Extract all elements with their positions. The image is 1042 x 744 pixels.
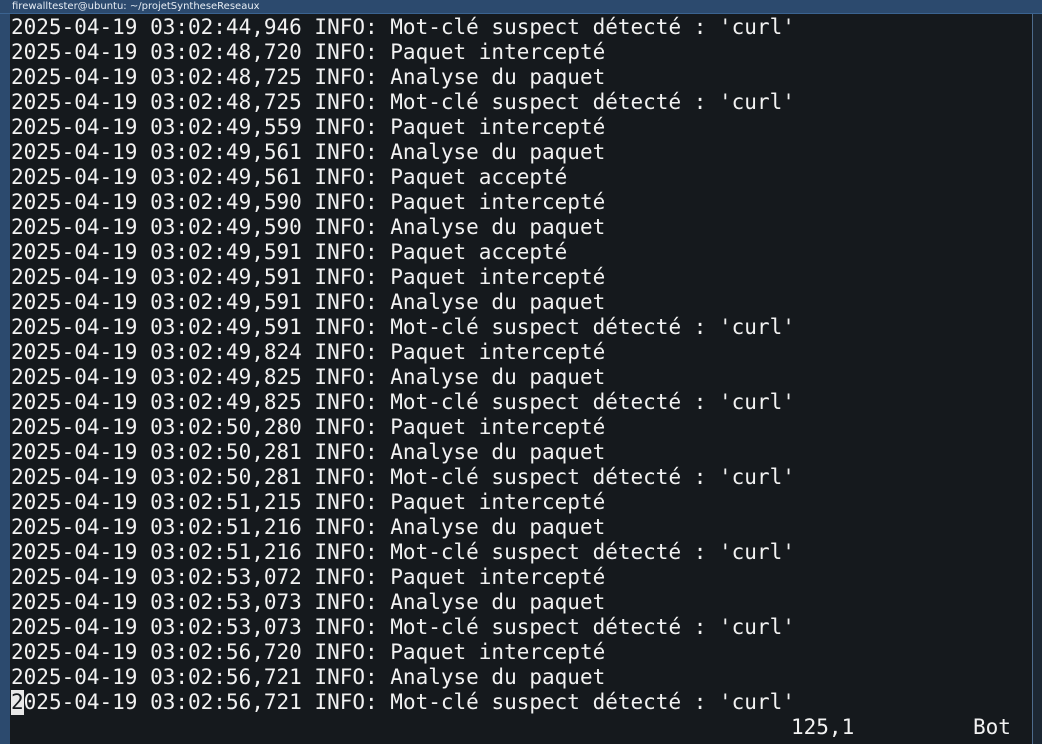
log-line: 2025-04-19 03:02:49,591 INFO: Paquet int… (11, 265, 606, 289)
scrollbar[interactable] (1032, 14, 1042, 744)
window-titlebar[interactable]: firewalltester@ubuntu: ~/projetSyntheseR… (0, 0, 1042, 14)
log-line: 2025-04-19 03:02:51,216 INFO: Mot-clé su… (11, 540, 795, 564)
window-left-border (0, 14, 10, 744)
scroll-indicator: Bot (973, 715, 1011, 739)
vim-statusline: 125,1 Bot (11, 715, 1031, 740)
log-line: 2025-04-19 03:02:48,725 INFO: Mot-clé su… (11, 90, 795, 114)
terminal-view[interactable]: 2025-04-19 03:02:44,946 INFO: Mot-clé su… (11, 14, 1031, 744)
log-line: 2025-04-19 03:02:49,590 INFO: Analyse du… (11, 215, 606, 239)
cursor-position: 125,1 (791, 715, 855, 739)
log-line-current: 2025-04-19 03:02:56,721 INFO: Mot-clé su… (11, 690, 795, 715)
log-line: 2025-04-19 03:02:49,591 INFO: Analyse du… (11, 290, 606, 314)
log-line: 2025-04-19 03:02:53,073 INFO: Analyse du… (11, 590, 606, 614)
log-line: 2025-04-19 03:02:53,073 INFO: Mot-clé su… (11, 615, 795, 639)
log-line: 2025-04-19 03:02:49,591 INFO: Mot-clé su… (11, 315, 795, 339)
log-line: 2025-04-19 03:02:49,561 INFO: Paquet acc… (11, 165, 568, 189)
log-line: 2025-04-19 03:02:51,216 INFO: Analyse du… (11, 515, 606, 539)
log-line: 2025-04-19 03:02:53,072 INFO: Paquet int… (11, 565, 606, 589)
log-line: 2025-04-19 03:02:51,215 INFO: Paquet int… (11, 490, 606, 514)
log-line: 2025-04-19 03:02:49,591 INFO: Paquet acc… (11, 240, 568, 264)
window-title: firewalltester@ubuntu: ~/projetSyntheseR… (12, 1, 260, 12)
text-cursor: 2 (11, 690, 24, 715)
log-line: 2025-04-19 03:02:50,281 INFO: Analyse du… (11, 440, 606, 464)
log-line: 2025-04-19 03:02:56,720 INFO: Paquet int… (11, 640, 606, 664)
log-line: 2025-04-19 03:02:44,946 INFO: Mot-clé su… (11, 15, 795, 39)
log-line: 2025-04-19 03:02:49,825 INFO: Mot-clé su… (11, 390, 795, 414)
log-line: 2025-04-19 03:02:49,590 INFO: Paquet int… (11, 190, 606, 214)
log-line: 2025-04-19 03:02:49,825 INFO: Analyse du… (11, 365, 606, 389)
log-line: 2025-04-19 03:02:49,824 INFO: Paquet int… (11, 340, 606, 364)
log-line: 2025-04-19 03:02:49,559 INFO: Paquet int… (11, 115, 606, 139)
log-lines: 2025-04-19 03:02:44,946 INFO: Mot-clé su… (11, 15, 795, 715)
log-line: 2025-04-19 03:02:48,725 INFO: Analyse du… (11, 65, 606, 89)
log-line: 2025-04-19 03:02:56,721 INFO: Analyse du… (11, 665, 606, 689)
log-line: 2025-04-19 03:02:50,281 INFO: Mot-clé su… (11, 465, 795, 489)
log-line: 2025-04-19 03:02:50,280 INFO: Paquet int… (11, 415, 606, 439)
terminal-window: firewalltester@ubuntu: ~/projetSyntheseR… (0, 0, 1042, 744)
log-line: 2025-04-19 03:02:49,561 INFO: Analyse du… (11, 140, 606, 164)
current-line-text: 025-04-19 03:02:56,721 INFO: Mot-clé sus… (23, 690, 795, 714)
log-line: 2025-04-19 03:02:48,720 INFO: Paquet int… (11, 40, 606, 64)
